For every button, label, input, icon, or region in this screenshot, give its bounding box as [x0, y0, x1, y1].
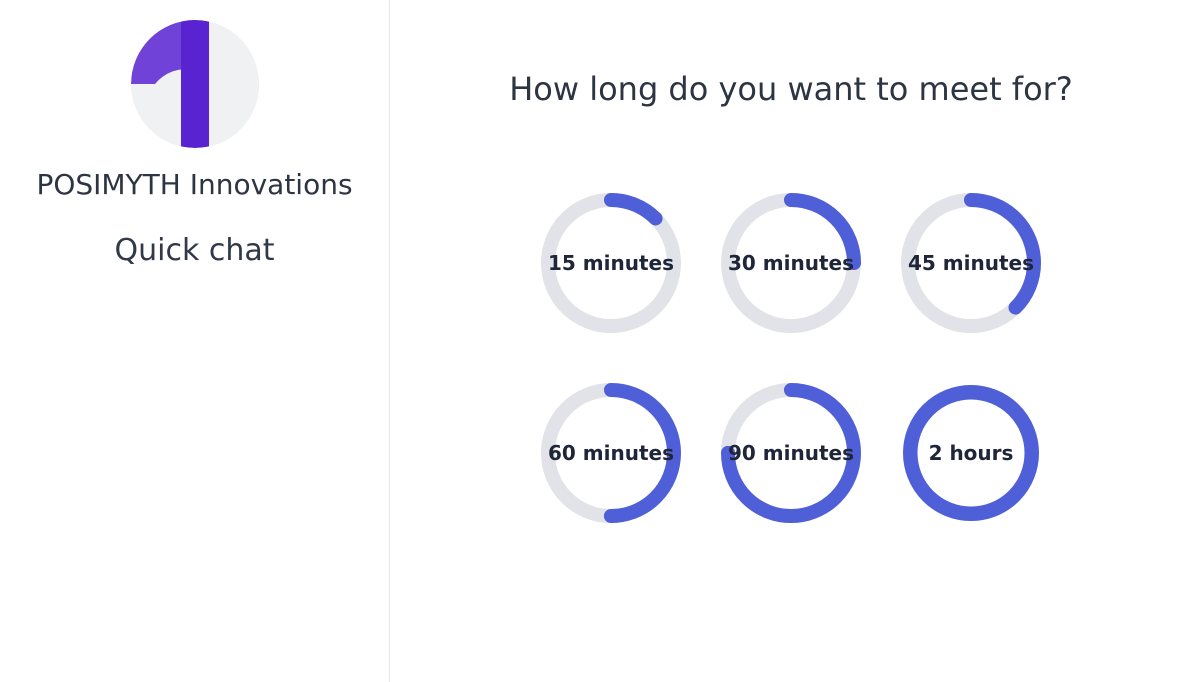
main-panel: How long do you want to meet for? 15 min… [390, 0, 1192, 682]
duration-option-6[interactable]: 2 hours [886, 368, 1056, 538]
duration-label: 90 minutes [728, 441, 854, 465]
duration-label: 2 hours [929, 441, 1014, 465]
brand-subtitle: Quick chat [114, 233, 274, 268]
brand-logo [131, 20, 259, 148]
logo-icon [131, 20, 259, 148]
duration-option-5[interactable]: 90 minutes [706, 368, 876, 538]
duration-option-2[interactable]: 30 minutes [706, 178, 876, 348]
duration-label: 15 minutes [548, 251, 674, 275]
duration-label: 60 minutes [548, 441, 674, 465]
duration-option-1[interactable]: 15 minutes [526, 178, 696, 348]
duration-grid: 15 minutes 30 minutes 45 minutes 60 minutes… [526, 178, 1056, 538]
brand-name: POSIMYTH Innovations [36, 168, 352, 201]
duration-label: 30 minutes [728, 251, 854, 275]
sidebar: POSIMYTH Innovations Quick chat [0, 0, 390, 682]
duration-option-4[interactable]: 60 minutes [526, 368, 696, 538]
duration-option-3[interactable]: 45 minutes [886, 178, 1056, 348]
page-title: How long do you want to meet for? [509, 70, 1073, 108]
duration-label: 45 minutes [908, 251, 1034, 275]
